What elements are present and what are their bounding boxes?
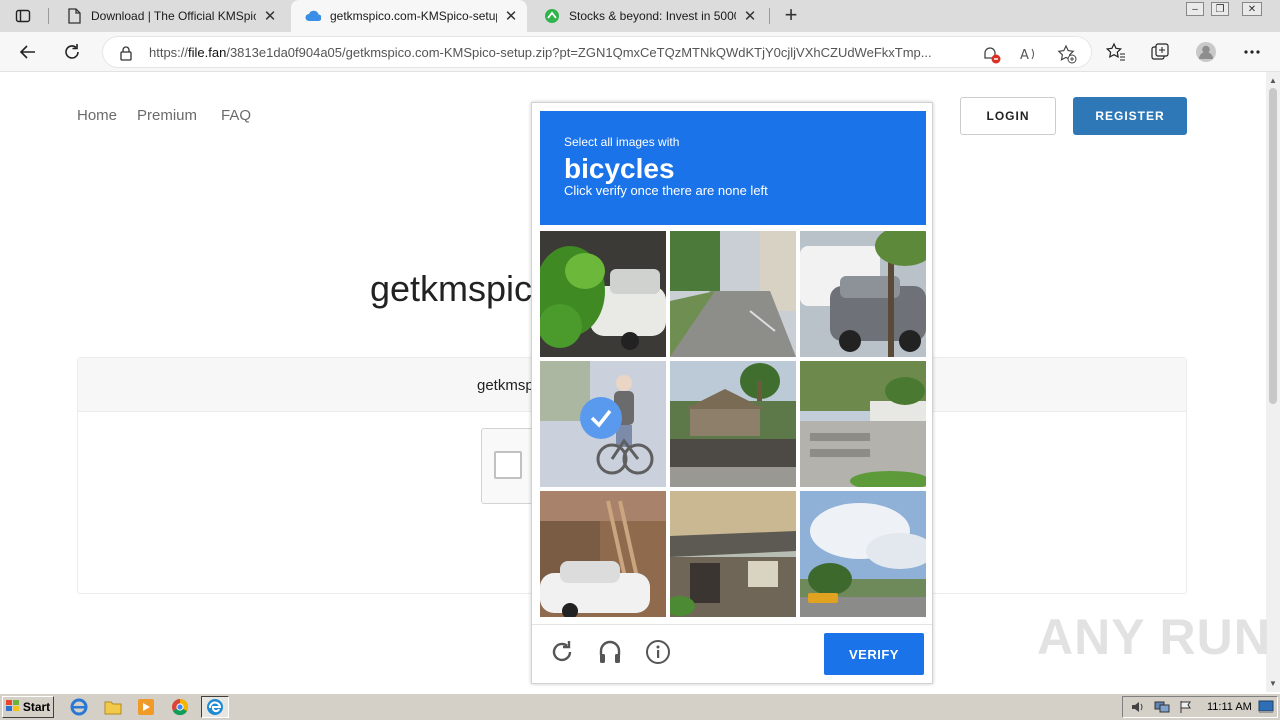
challenge-target: bicycles bbox=[564, 153, 675, 184]
address-bar-row: https://file.fan/3813e1da0f904a05/getkms… bbox=[0, 32, 1280, 72]
chrome-icon[interactable] bbox=[169, 697, 191, 717]
folder-icon[interactable] bbox=[102, 697, 124, 717]
address-bar[interactable]: https://file.fan/3813e1da0f904a05/getkms… bbox=[102, 36, 1092, 68]
page-title: getkmspico bbox=[370, 268, 553, 309]
nav-premium[interactable]: Premium bbox=[137, 107, 197, 124]
tile-bicycle-rider[interactable] bbox=[540, 361, 666, 487]
edge-icon bbox=[207, 699, 223, 715]
card-heading: getkmsp bbox=[477, 377, 534, 394]
tab-separator bbox=[769, 8, 770, 24]
scrollbar-thumb[interactable] bbox=[1269, 88, 1277, 404]
tab-file-fan[interactable]: getkmspico.com-KMSpico-setup.zip ✕ bbox=[291, 0, 527, 32]
challenge-footer-divider bbox=[532, 624, 932, 625]
tab-strip: Download | The Official KMSpico ✕ getkms… bbox=[0, 0, 1280, 32]
tile-ladder-car[interactable] bbox=[540, 491, 666, 617]
tab-stocks[interactable]: Stocks & beyond: Invest in 5000 ✕ bbox=[536, 0, 766, 32]
edge-taskbar-button[interactable] bbox=[201, 696, 229, 718]
windows-logo-icon bbox=[5, 699, 20, 715]
tile-house-palm[interactable] bbox=[670, 361, 796, 487]
add-favorite-icon[interactable] bbox=[1057, 44, 1077, 64]
svg-text:A: A bbox=[1020, 48, 1029, 63]
captcha-checkbox[interactable] bbox=[494, 451, 522, 479]
ie-icon[interactable] bbox=[68, 697, 90, 717]
document-icon bbox=[66, 8, 82, 24]
tile-plaza[interactable] bbox=[800, 361, 926, 487]
system-tray: 11:11 AM bbox=[1122, 696, 1278, 718]
close-window-button[interactable]: ✕ bbox=[1242, 2, 1262, 16]
verify-button[interactable]: VERIFY bbox=[824, 633, 924, 675]
nav-home[interactable]: Home bbox=[77, 107, 117, 124]
more-options-icon[interactable] bbox=[1240, 40, 1264, 64]
start-label: Start bbox=[22, 700, 51, 714]
tile-road[interactable] bbox=[670, 231, 796, 357]
challenge-instruction: Select all images with bbox=[564, 135, 680, 149]
start-button[interactable]: Start bbox=[2, 696, 54, 718]
network-icon[interactable] bbox=[1151, 697, 1173, 717]
tile-plant-car[interactable] bbox=[540, 231, 666, 357]
leaf-icon bbox=[544, 8, 560, 24]
close-icon[interactable]: ✕ bbox=[742, 8, 758, 25]
tab-title: getkmspico.com-KMSpico-setup.zip bbox=[330, 9, 497, 23]
show-desktop-icon[interactable] bbox=[1255, 697, 1277, 717]
tile-parked-cars[interactable] bbox=[800, 231, 926, 357]
url-text[interactable]: https://file.fan/3813e1da0f904a05/getkms… bbox=[149, 45, 979, 60]
favorites-icon[interactable] bbox=[1104, 40, 1128, 64]
vertical-scrollbar[interactable]: ▲ ▼ bbox=[1266, 72, 1280, 692]
cloud-icon bbox=[305, 8, 321, 24]
new-tab-button[interactable]: + bbox=[780, 4, 802, 26]
tab-actions-icon[interactable] bbox=[14, 7, 32, 25]
clock: 11:11 AM bbox=[1207, 701, 1252, 713]
watermark: ANY RUN bbox=[1037, 609, 1271, 665]
tab-kmspico-download[interactable]: Download | The Official KMSpico ✕ bbox=[58, 0, 286, 32]
profile-avatar[interactable] bbox=[1194, 40, 1218, 64]
tile-storefront[interactable] bbox=[670, 491, 796, 617]
refresh-button[interactable] bbox=[60, 40, 84, 64]
close-icon[interactable]: ✕ bbox=[262, 8, 278, 25]
nav-faq[interactable]: FAQ bbox=[221, 107, 251, 124]
challenge-hint: Click verify once there are none left bbox=[564, 183, 768, 198]
reload-icon[interactable] bbox=[547, 637, 577, 667]
back-button[interactable] bbox=[16, 40, 40, 64]
scroll-up-icon[interactable]: ▲ bbox=[1269, 76, 1277, 85]
collections-icon[interactable] bbox=[1148, 40, 1172, 64]
info-icon[interactable] bbox=[643, 637, 673, 667]
close-icon[interactable]: ✕ bbox=[503, 8, 519, 25]
captcha-challenge: Select all images with bicycles Click ve… bbox=[531, 102, 933, 684]
audio-challenge-icon[interactable] bbox=[595, 637, 625, 667]
challenge-header: Select all images with bicycles Click ve… bbox=[540, 111, 926, 225]
taskbar: Start 11:11 AM bbox=[0, 693, 1280, 720]
media-player-icon[interactable] bbox=[135, 697, 157, 717]
tab-title: Download | The Official KMSpico bbox=[91, 9, 256, 23]
volume-icon[interactable] bbox=[1127, 697, 1149, 717]
scroll-down-icon[interactable]: ▼ bbox=[1269, 679, 1277, 688]
read-aloud-icon[interactable]: A bbox=[1019, 44, 1039, 64]
selected-check-icon bbox=[580, 397, 622, 439]
tab-separator bbox=[48, 8, 49, 24]
blocked-notification-icon[interactable] bbox=[981, 44, 1001, 64]
restore-button[interactable]: ❐ bbox=[1211, 2, 1229, 16]
tile-sky-road[interactable] bbox=[800, 491, 926, 617]
login-button[interactable]: LOGIN bbox=[960, 97, 1056, 135]
register-button[interactable]: REGISTER bbox=[1073, 97, 1187, 135]
flag-icon[interactable] bbox=[1175, 697, 1197, 717]
tab-title: Stocks & beyond: Invest in 5000 bbox=[569, 9, 736, 23]
lock-icon[interactable] bbox=[119, 45, 133, 66]
minimize-button[interactable]: – bbox=[1186, 2, 1204, 16]
